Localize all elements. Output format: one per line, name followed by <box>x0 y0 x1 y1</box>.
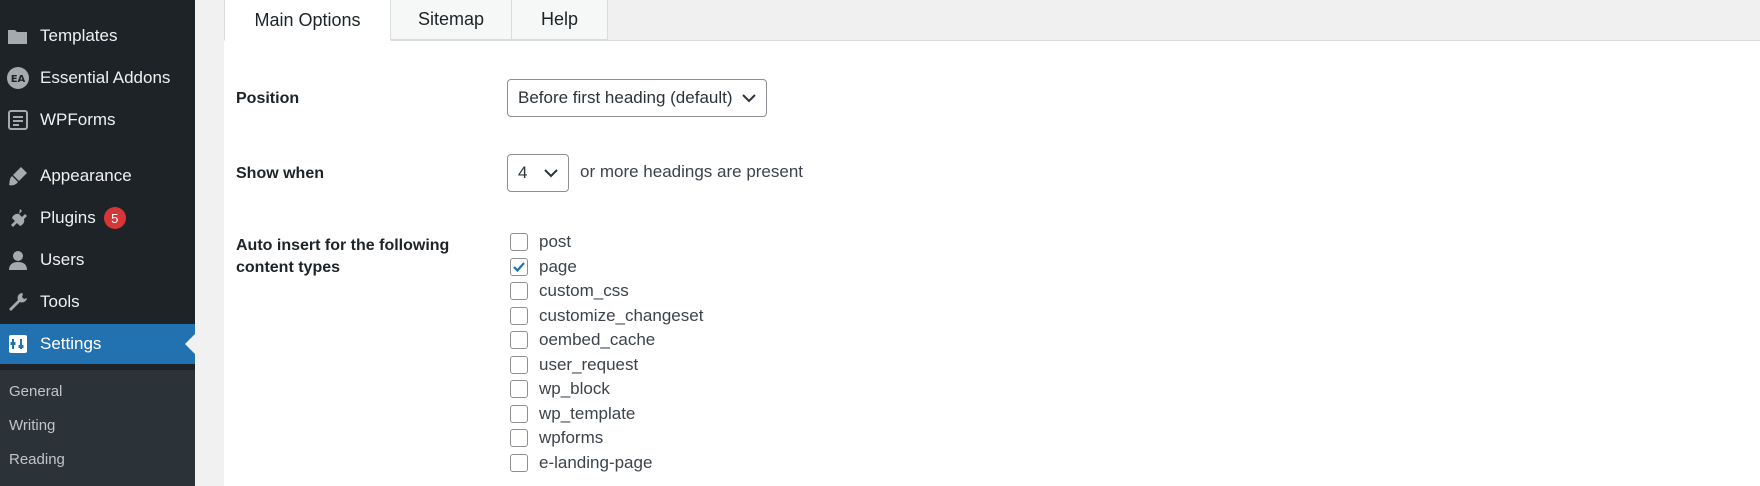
tab-help[interactable]: Help <box>511 0 608 40</box>
sidebar-item-users[interactable]: Users <box>0 240 195 280</box>
checkbox-label: custom_css <box>539 281 629 300</box>
sidebar-item-label: Users <box>40 250 85 269</box>
folder-icon <box>6 24 30 48</box>
checkbox[interactable] <box>510 331 528 349</box>
position-select-value: Before first heading (default) <box>518 88 733 107</box>
show-when-label: Show when <box>236 165 324 182</box>
checkbox-label: post <box>539 232 572 251</box>
checkbox[interactable] <box>510 404 528 423</box>
sidebar-item-wpforms[interactable]: WPForms <box>0 100 195 140</box>
admin-sidebar: Templates EA Essential Addons WPForms Ap… <box>0 0 195 486</box>
sidebar-item-templates[interactable]: Templates <box>0 16 195 56</box>
content-type-option-customize_changeset[interactable]: customize_changeset <box>510 305 703 327</box>
submenu-item-general[interactable]: General <box>9 383 62 400</box>
content-type-option-wp_template[interactable]: wp_template <box>510 403 635 425</box>
plugin-icon <box>6 206 30 230</box>
tab-sitemap[interactable]: Sitemap <box>390 0 512 40</box>
essential-addons-icon: EA <box>6 66 30 90</box>
sidebar-item-label: Plugins <box>40 208 96 227</box>
plugins-update-badge: 5 <box>103 207 126 229</box>
checkbox-label: user_request <box>539 354 639 374</box>
tab-main-options[interactable]: Main Options <box>224 0 391 41</box>
content-type-option-wpforms[interactable]: wpforms <box>510 427 603 449</box>
checkbox[interactable] <box>510 429 528 447</box>
checkbox[interactable] <box>510 233 528 251</box>
auto-insert-label: Auto insert for the following content ty… <box>236 235 449 279</box>
user-icon <box>6 248 30 272</box>
checkbox[interactable] <box>510 282 528 300</box>
checkbox[interactable] <box>510 306 528 325</box>
checkbox-label: e-landing-page <box>539 452 653 472</box>
checkmark-icon <box>513 261 525 272</box>
sidebar-item-label: Appearance <box>40 166 132 185</box>
checkbox-label: oembed_cache <box>539 330 656 349</box>
content-type-option-e-landing-page[interactable]: e-landing-page <box>510 452 652 474</box>
show-when-select[interactable]: 4 <box>507 154 569 192</box>
tab-label: Help <box>540 9 579 29</box>
settings-icon <box>6 332 30 356</box>
checkbox-label: customize_changeset <box>539 305 704 325</box>
content-type-option-page[interactable]: page <box>510 256 577 278</box>
submenu-item-reading[interactable]: Reading <box>9 451 65 468</box>
chevron-down-icon <box>544 169 558 178</box>
sidebar-item-label: Templates <box>40 26 118 45</box>
submenu-item-writing[interactable]: Writing <box>9 417 55 434</box>
wrench-icon <box>6 290 30 314</box>
position-label: Position <box>236 90 300 107</box>
settings-panel: Main Options Sitemap Help Position Befor… <box>224 0 1760 486</box>
position-select[interactable]: Before first heading (default) <box>507 79 767 117</box>
settings-submenu: General Writing Reading <box>0 370 195 486</box>
sidebar-item-tools[interactable]: Tools <box>0 282 195 322</box>
sidebar-item-label: WPForms <box>40 110 116 129</box>
checkbox[interactable] <box>510 380 528 398</box>
content-type-option-oembed_cache[interactable]: oembed_cache <box>510 329 655 351</box>
sidebar-item-appearance[interactable]: Appearance <box>0 156 195 196</box>
show-when-suffix: or more headings are present <box>580 162 804 181</box>
wpforms-icon <box>6 108 30 132</box>
checkbox[interactable] <box>510 257 528 276</box>
sidebar-item-label: Tools <box>40 292 80 311</box>
sidebar-item-label: Essential Addons <box>40 68 171 87</box>
content-type-option-custom_css[interactable]: custom_css <box>510 280 629 302</box>
sidebar-item-plugins[interactable]: Plugins 5 <box>0 198 195 238</box>
checkbox-label: page <box>539 256 577 276</box>
sidebar-item-settings[interactable]: Settings <box>0 324 195 364</box>
tab-bar: Main Options Sitemap Help <box>224 0 1760 41</box>
svg-text:EA: EA <box>11 74 26 85</box>
checkbox[interactable] <box>510 355 528 374</box>
auto-insert-label-line2: content types <box>236 259 341 276</box>
paintbrush-icon <box>6 164 30 188</box>
auto-insert-label-line1: Auto insert for the following <box>236 237 450 254</box>
content-type-option-wp_block[interactable]: wp_block <box>510 378 610 400</box>
checkbox-label: wpforms <box>539 428 604 447</box>
checkbox-label: wp_template <box>539 403 636 423</box>
content-type-option-post[interactable]: post <box>510 231 571 253</box>
tab-label: Sitemap <box>417 9 485 29</box>
tab-label: Main Options <box>254 9 361 30</box>
checkbox-label: wp_block <box>539 379 610 398</box>
sidebar-item-essential-addons[interactable]: EA Essential Addons <box>0 58 195 98</box>
content-type-option-user_request[interactable]: user_request <box>510 354 638 376</box>
chevron-down-icon <box>742 94 756 103</box>
show-when-select-value: 4 <box>518 163 528 182</box>
checkbox[interactable] <box>510 453 528 472</box>
sidebar-item-label: Settings <box>40 334 102 353</box>
